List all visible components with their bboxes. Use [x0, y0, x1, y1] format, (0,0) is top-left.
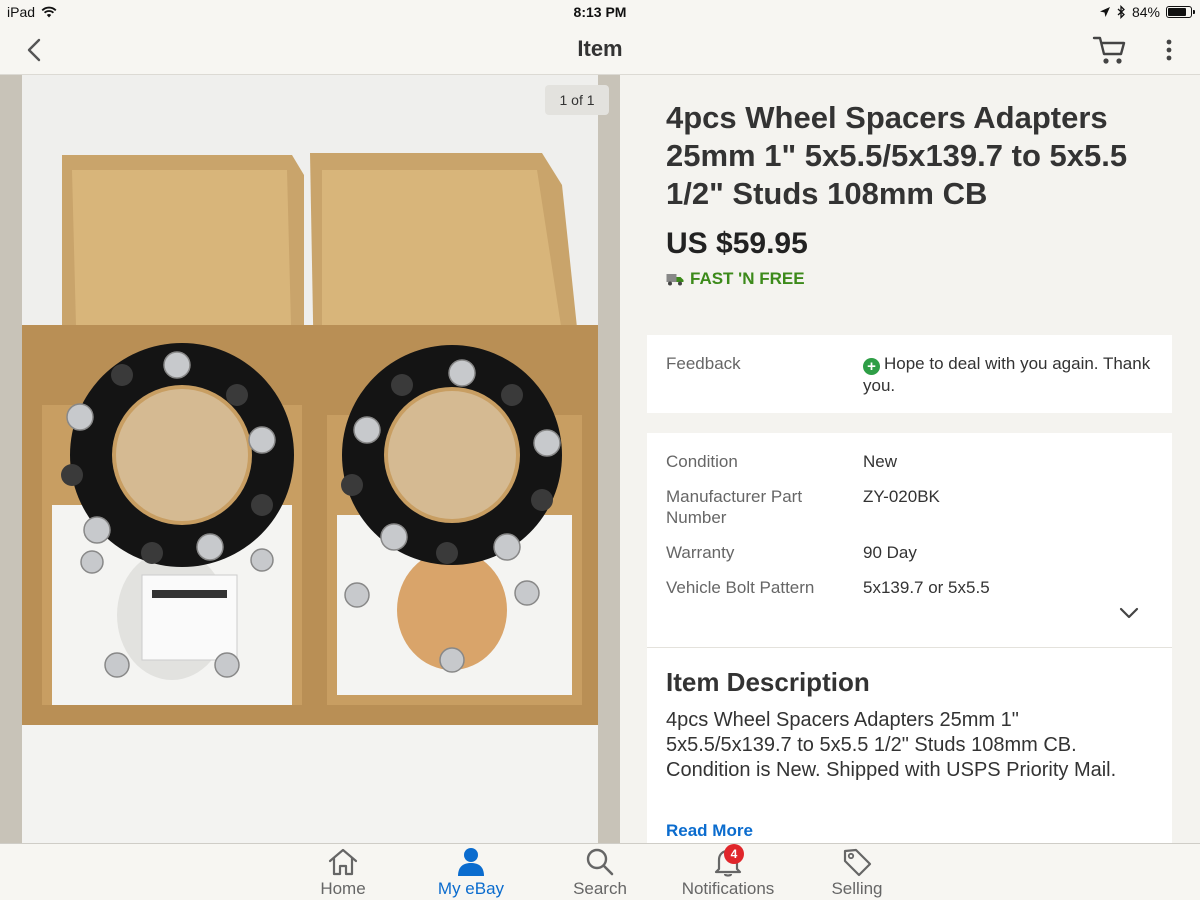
home-icon [328, 848, 358, 876]
battery-fill [1168, 8, 1187, 16]
feedback-text: Hope to deal with you again. Thank you. [863, 354, 1151, 395]
shipping-badge: FAST 'N FREE [666, 269, 805, 289]
spec-value: New [863, 452, 898, 471]
image-gallery[interactable]: 1 of 1 [0, 75, 620, 843]
spec-key: Condition [666, 452, 738, 471]
location-arrow-icon [1099, 7, 1110, 17]
truck-icon [666, 273, 684, 285]
spec-key: Warranty [666, 543, 735, 562]
search-icon [586, 848, 614, 876]
tab-bar: Home My eBay Search 4 Notifications Sell… [0, 843, 1200, 900]
bluetooth-icon [1117, 5, 1125, 19]
notification-badge: 4 [724, 844, 744, 864]
feedback-card: Feedback + Hope to deal with you again. T… [647, 335, 1172, 413]
cart-icon[interactable] [1092, 34, 1128, 66]
tab-label: Home [320, 879, 366, 898]
positive-feedback-icon: + [863, 358, 880, 375]
item-title: 4pcs Wheel Spacers Adapters 25mm 1" 5x5.… [666, 100, 1128, 211]
nav-bar: Item [0, 24, 1200, 75]
status-time: 8:13 PM [573, 4, 627, 20]
person-icon [458, 848, 484, 876]
feedback-comment: + Hope to deal with you again. Thank you. [863, 353, 1163, 396]
tab-my-ebay[interactable]: My eBay [426, 844, 516, 900]
spec-key: Vehicle Bolt Pattern [666, 578, 815, 597]
product-illustration [22, 75, 598, 843]
more-options-icon[interactable] [1158, 38, 1180, 62]
status-bar: iPad 8:13 PM 84% [0, 0, 1200, 24]
read-more-link[interactable]: Read More [666, 821, 753, 841]
item-details: 4pcs Wheel Spacers Adapters 25mm 1" 5x5.… [620, 75, 1200, 843]
description-text: 4pcs Wheel Spacers Adapters 25mm 1" 5x5.… [666, 709, 1117, 781]
item-specifics-card: Condition New Manufacturer Part Number Z… [647, 433, 1172, 843]
tab-label: My eBay [437, 879, 505, 898]
image-counter: 1 of 1 [545, 85, 609, 115]
battery-percent: 84% [1131, 4, 1160, 20]
tab-label: Notifications [681, 879, 775, 898]
battery-icon [1166, 6, 1195, 18]
spec-value: ZY-020BK [863, 487, 940, 506]
tag-icon [843, 848, 872, 877]
product-photo[interactable] [22, 75, 598, 843]
shipping-label: FAST 'N FREE [690, 269, 805, 288]
tab-selling[interactable]: Selling [812, 844, 902, 900]
tab-label: Search [573, 879, 627, 898]
feedback-label: Feedback [666, 354, 741, 373]
item-price: US $59.95 [666, 227, 808, 260]
tab-search[interactable]: Search [555, 844, 645, 900]
tab-notifications[interactable]: 4 Notifications [668, 844, 788, 900]
tab-label: Selling [831, 879, 883, 898]
divider [647, 647, 1172, 648]
spec-key: Manufacturer Part Number [666, 487, 803, 527]
description-heading: Item Description [666, 667, 870, 697]
spec-value: 5x139.7 or 5x5.5 [863, 578, 990, 597]
expand-chevron-icon[interactable] [1117, 605, 1141, 621]
spec-value: 90 Day [863, 543, 917, 562]
status-right: 84% [1099, 4, 1195, 20]
tab-home[interactable]: Home [298, 844, 388, 900]
page-title: Item [577, 36, 623, 61]
